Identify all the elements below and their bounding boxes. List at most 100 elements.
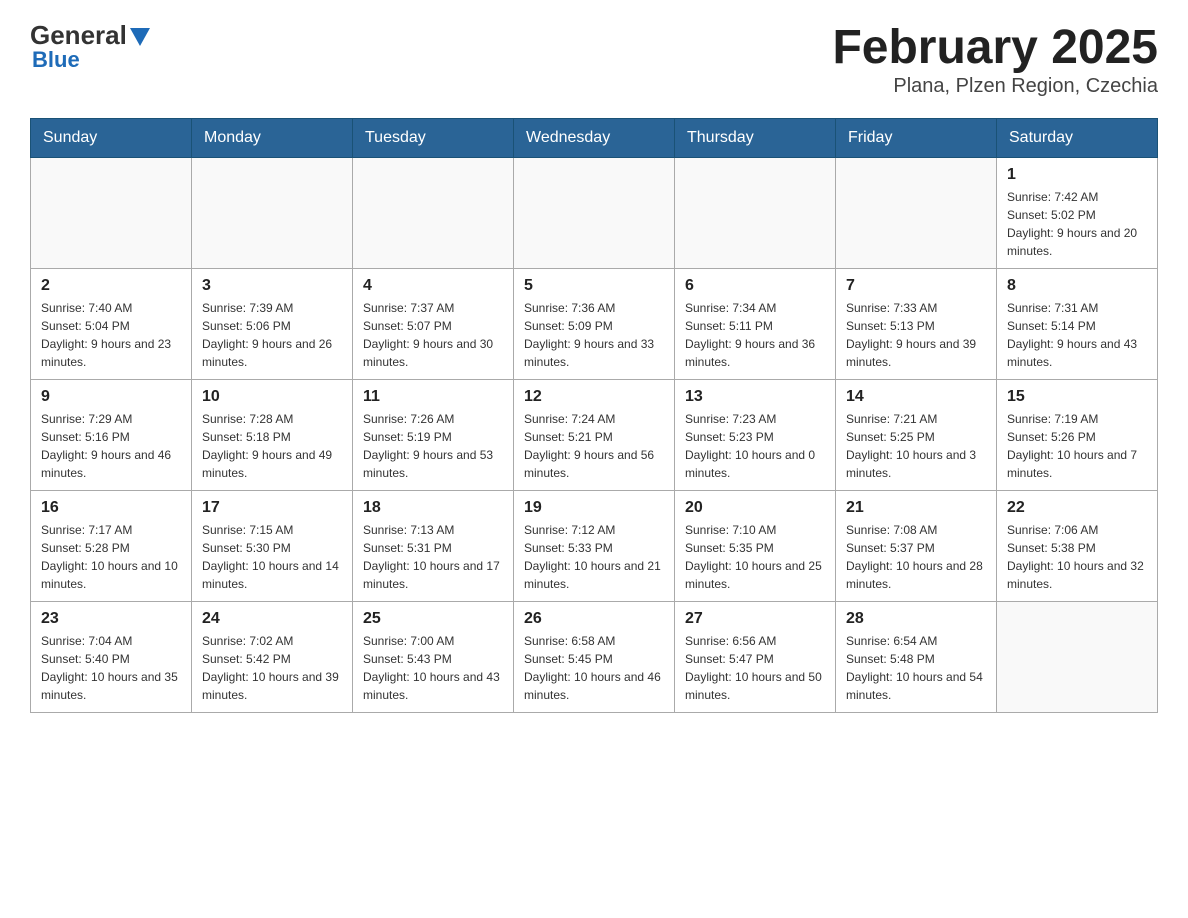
day-number: 11 — [363, 388, 503, 406]
day-info: Sunrise: 6:56 AMSunset: 5:47 PMDaylight:… — [685, 632, 825, 704]
day-number: 15 — [1007, 388, 1147, 406]
col-sunday: Sunday — [31, 119, 192, 158]
calendar-cell: 3 Sunrise: 7:39 AMSunset: 5:06 PMDaylight… — [192, 269, 353, 380]
day-number: 9 — [41, 388, 181, 406]
calendar-cell — [514, 158, 675, 269]
calendar-cell — [675, 158, 836, 269]
col-monday: Monday — [192, 119, 353, 158]
col-saturday: Saturday — [997, 119, 1158, 158]
title-block: February 2025 Plana, Plzen Region, Czech… — [832, 20, 1158, 98]
calendar-cell — [997, 602, 1158, 713]
col-thursday: Thursday — [675, 119, 836, 158]
calendar-cell: 26 Sunrise: 6:58 AMSunset: 5:45 PMDayligh… — [514, 602, 675, 713]
calendar-cell: 19 Sunrise: 7:12 AMSunset: 5:33 PMDayligh… — [514, 491, 675, 602]
day-info: Sunrise: 7:10 AMSunset: 5:35 PMDaylight:… — [685, 521, 825, 593]
day-info: Sunrise: 7:33 AMSunset: 5:13 PMDaylight:… — [846, 299, 986, 371]
day-number: 27 — [685, 610, 825, 628]
col-tuesday: Tuesday — [353, 119, 514, 158]
calendar-cell: 5Sunrise: 7:36 AMSunset: 5:09 PMDaylight… — [514, 269, 675, 380]
week-row-4: 23 Sunrise: 7:04 AMSunset: 5:40 PMDayligh… — [31, 602, 1158, 713]
calendar-cell — [31, 158, 192, 269]
day-info: Sunrise: 7:31 AMSunset: 5:14 PMDaylight:… — [1007, 299, 1147, 371]
day-info: Sunrise: 7:17 AMSunset: 5:28 PMDaylight:… — [41, 521, 181, 593]
calendar-cell: 6 Sunrise: 7:34 AMSunset: 5:11 PMDaylight… — [675, 269, 836, 380]
page-header: General Blue February 2025 Plana, Plzen … — [30, 20, 1158, 98]
calendar-cell: 21 Sunrise: 7:08 AMSunset: 5:37 PMDayligh… — [836, 491, 997, 602]
day-number: 8 — [1007, 277, 1147, 295]
day-number: 1 — [1007, 166, 1147, 184]
calendar-cell: 13 Sunrise: 7:23 AMSunset: 5:23 PMDayligh… — [675, 380, 836, 491]
calendar-cell: 20 Sunrise: 7:10 AMSunset: 5:35 PMDayligh… — [675, 491, 836, 602]
day-info: Sunrise: 7:19 AMSunset: 5:26 PMDaylight:… — [1007, 410, 1147, 482]
day-info: Sunrise: 7:02 AMSunset: 5:42 PMDaylight:… — [202, 632, 342, 704]
day-info: Sunrise: 7:13 AMSunset: 5:31 PMDaylight:… — [363, 521, 503, 593]
day-number: 3 — [202, 277, 342, 295]
day-info: Sunrise: 7:04 AMSunset: 5:40 PMDaylight:… — [41, 632, 181, 704]
calendar-cell: 27 Sunrise: 6:56 AMSunset: 5:47 PMDayligh… — [675, 602, 836, 713]
day-number: 21 — [846, 499, 986, 517]
day-number: 6 — [685, 277, 825, 295]
day-info: Sunrise: 7:39 AMSunset: 5:06 PMDaylight:… — [202, 299, 342, 371]
day-info: Sunrise: 7:12 AMSunset: 5:33 PMDaylight:… — [524, 521, 664, 593]
day-number: 17 — [202, 499, 342, 517]
day-info: Sunrise: 7:00 AMSunset: 5:43 PMDaylight:… — [363, 632, 503, 704]
calendar-cell — [836, 158, 997, 269]
day-info: Sunrise: 7:34 AMSunset: 5:11 PMDaylight:… — [685, 299, 825, 371]
logo-arrow-icon — [130, 28, 150, 46]
day-info: Sunrise: 7:28 AMSunset: 5:18 PMDaylight:… — [202, 410, 342, 482]
day-info: Sunrise: 7:24 AMSunset: 5:21 PMDaylight:… — [524, 410, 664, 482]
calendar-cell: 4 Sunrise: 7:37 AMSunset: 5:07 PMDaylight… — [353, 269, 514, 380]
calendar-cell: 18 Sunrise: 7:13 AMSunset: 5:31 PMDayligh… — [353, 491, 514, 602]
calendar-subtitle: Plana, Plzen Region, Czechia — [832, 75, 1158, 98]
day-number: 18 — [363, 499, 503, 517]
week-row-1: 2 Sunrise: 7:40 AMSunset: 5:04 PMDaylight… — [31, 269, 1158, 380]
day-info: Sunrise: 7:23 AMSunset: 5:23 PMDaylight:… — [685, 410, 825, 482]
calendar-cell: 7 Sunrise: 7:33 AMSunset: 5:13 PMDaylight… — [836, 269, 997, 380]
day-info: Sunrise: 6:54 AMSunset: 5:48 PMDaylight:… — [846, 632, 986, 704]
col-friday: Friday — [836, 119, 997, 158]
day-info: Sunrise: 7:40 AMSunset: 5:04 PMDaylight:… — [41, 299, 181, 371]
day-info: Sunrise: 7:06 AMSunset: 5:38 PMDaylight:… — [1007, 521, 1147, 593]
calendar-cell: 16Sunrise: 7:17 AMSunset: 5:28 PMDayligh… — [31, 491, 192, 602]
calendar-cell: 10 Sunrise: 7:28 AMSunset: 5:18 PMDayligh… — [192, 380, 353, 491]
day-number: 23 — [41, 610, 181, 628]
calendar-cell: 25Sunrise: 7:00 AMSunset: 5:43 PMDayligh… — [353, 602, 514, 713]
day-number: 13 — [685, 388, 825, 406]
calendar-cell: 15 Sunrise: 7:19 AMSunset: 5:26 PMDayligh… — [997, 380, 1158, 491]
day-number: 22 — [1007, 499, 1147, 517]
logo: General Blue — [30, 20, 150, 73]
calendar-cell: 23 Sunrise: 7:04 AMSunset: 5:40 PMDayligh… — [31, 602, 192, 713]
day-number: 4 — [363, 277, 503, 295]
week-row-3: 16Sunrise: 7:17 AMSunset: 5:28 PMDayligh… — [31, 491, 1158, 602]
day-number: 10 — [202, 388, 342, 406]
calendar-cell: 17Sunrise: 7:15 AMSunset: 5:30 PMDayligh… — [192, 491, 353, 602]
day-info: Sunrise: 7:08 AMSunset: 5:37 PMDaylight:… — [846, 521, 986, 593]
week-row-0: 1Sunrise: 7:42 AMSunset: 5:02 PMDaylight… — [31, 158, 1158, 269]
day-info: Sunrise: 7:26 AMSunset: 5:19 PMDaylight:… — [363, 410, 503, 482]
calendar-cell: 9 Sunrise: 7:29 AMSunset: 5:16 PMDaylight… — [31, 380, 192, 491]
calendar-cell: 22 Sunrise: 7:06 AMSunset: 5:38 PMDayligh… — [997, 491, 1158, 602]
week-row-2: 9 Sunrise: 7:29 AMSunset: 5:16 PMDaylight… — [31, 380, 1158, 491]
day-number: 24 — [202, 610, 342, 628]
logo-blue-text: Blue — [30, 47, 80, 73]
day-info: Sunrise: 7:29 AMSunset: 5:16 PMDaylight:… — [41, 410, 181, 482]
day-number: 20 — [685, 499, 825, 517]
calendar-cell: 1Sunrise: 7:42 AMSunset: 5:02 PMDaylight… — [997, 158, 1158, 269]
calendar-cell — [353, 158, 514, 269]
calendar-cell: 11 Sunrise: 7:26 AMSunset: 5:19 PMDayligh… — [353, 380, 514, 491]
calendar-cell: 24 Sunrise: 7:02 AMSunset: 5:42 PMDayligh… — [192, 602, 353, 713]
day-number: 28 — [846, 610, 986, 628]
calendar-table: Sunday Monday Tuesday Wednesday Thursday… — [30, 118, 1158, 713]
calendar-cell: 2 Sunrise: 7:40 AMSunset: 5:04 PMDaylight… — [31, 269, 192, 380]
calendar-cell: 14Sunrise: 7:21 AMSunset: 5:25 PMDayligh… — [836, 380, 997, 491]
day-number: 26 — [524, 610, 664, 628]
day-number: 12 — [524, 388, 664, 406]
day-info: Sunrise: 6:58 AMSunset: 5:45 PMDaylight:… — [524, 632, 664, 704]
header-row: Sunday Monday Tuesday Wednesday Thursday… — [31, 119, 1158, 158]
calendar-cell: 12 Sunrise: 7:24 AMSunset: 5:21 PMDayligh… — [514, 380, 675, 491]
day-number: 2 — [41, 277, 181, 295]
day-number: 7 — [846, 277, 986, 295]
day-number: 19 — [524, 499, 664, 517]
day-info: Sunrise: 7:37 AMSunset: 5:07 PMDaylight:… — [363, 299, 503, 371]
day-info: Sunrise: 7:21 AMSunset: 5:25 PMDaylight:… — [846, 410, 986, 482]
